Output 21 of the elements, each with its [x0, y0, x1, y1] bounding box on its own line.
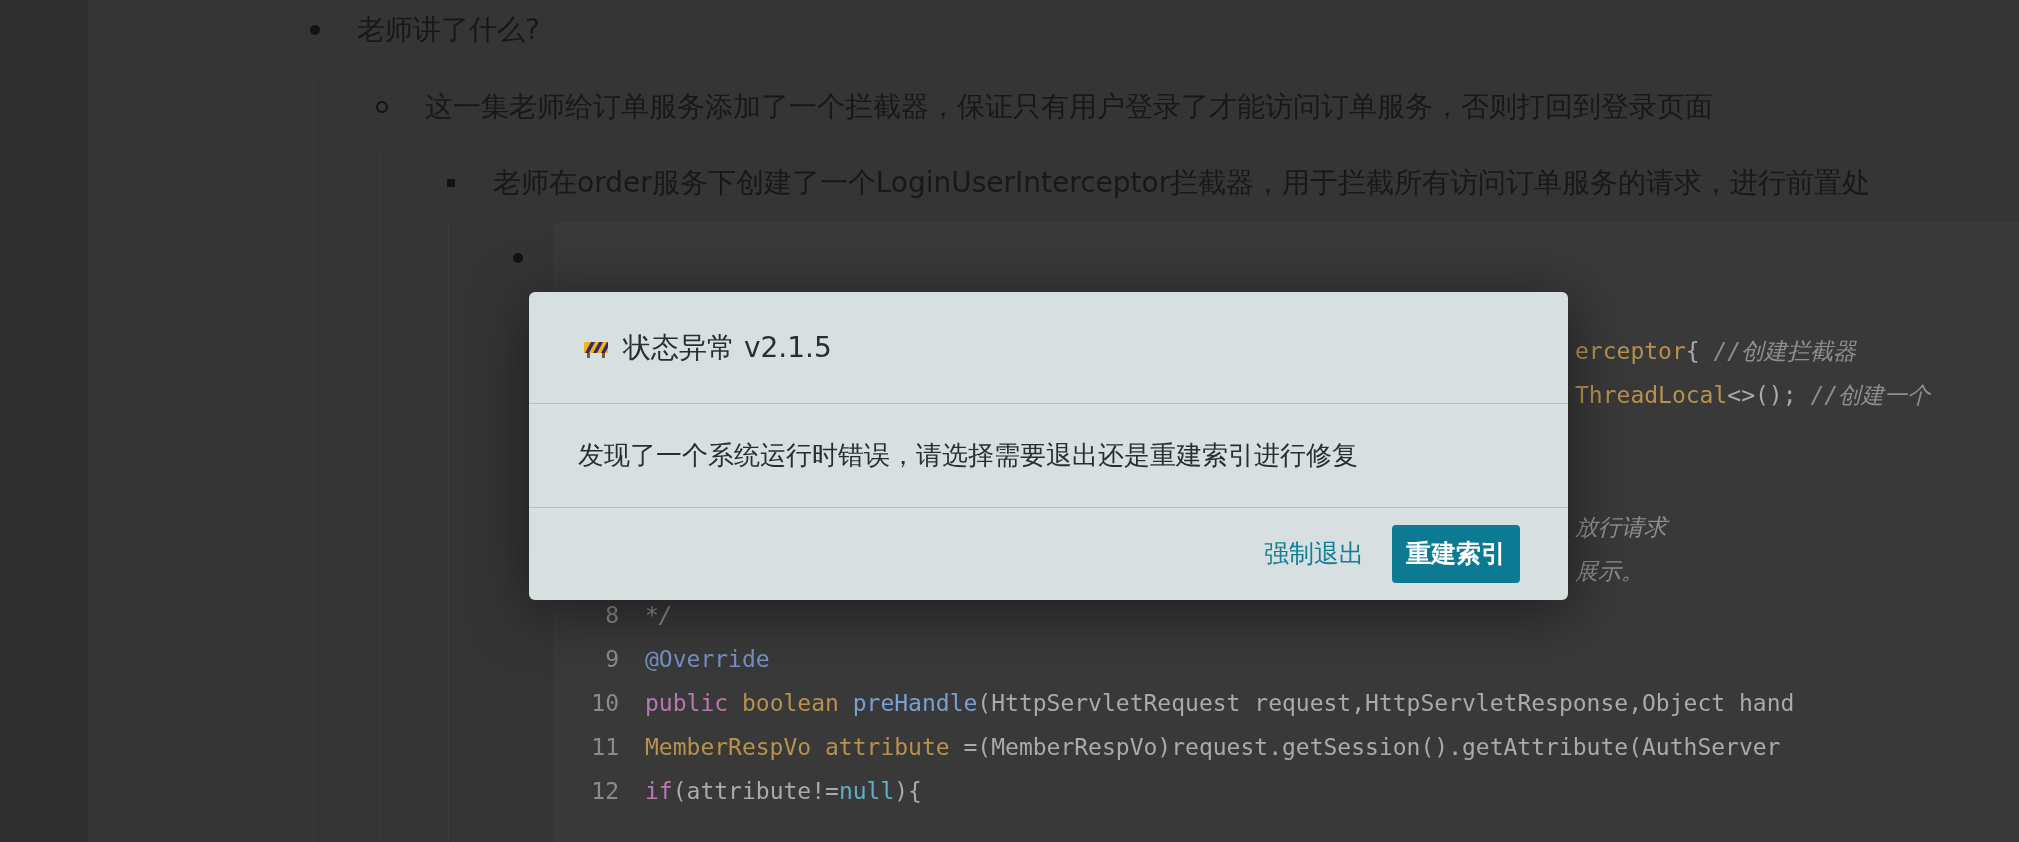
rebuild-button[interactable]: 重建索引	[1392, 525, 1520, 583]
code-line: if(attribute!=null){	[645, 776, 922, 806]
bullet-icon	[310, 25, 320, 35]
code-line: 展示。	[1575, 556, 1644, 586]
code-line: erceptor{ //创建拦截器	[1575, 336, 1857, 366]
dialog-title: 状态异常 v2.1.5	[623, 329, 832, 366]
line-number: 10	[590, 688, 620, 718]
exit-link[interactable]: 强制退出	[1264, 535, 1364, 573]
bullet-icon	[376, 101, 388, 113]
code-line: ThreadLocal<>(); //创建一个	[1575, 380, 1931, 410]
line-number: 12	[590, 776, 620, 806]
code-line: @Override	[645, 644, 770, 674]
bullet-icon	[447, 179, 455, 187]
code-line: */	[645, 600, 673, 630]
bullet-icon	[513, 253, 523, 263]
code-line: MemberRespVo attribute =(MemberRespVo)request.getSession().getAttribute(AuthServer	[645, 732, 1781, 762]
line-number: 8	[604, 600, 620, 630]
line-number: 11	[590, 732, 620, 762]
dialog-message: 发现了一个系统运行时错误，请选择需要退出还是重建索引进行修复	[578, 439, 1358, 472]
line-number: 9	[604, 644, 620, 674]
code-line: public boolean preHandle(HttpServletRequest request,HttpServletResponse,Object hand	[645, 688, 1795, 718]
